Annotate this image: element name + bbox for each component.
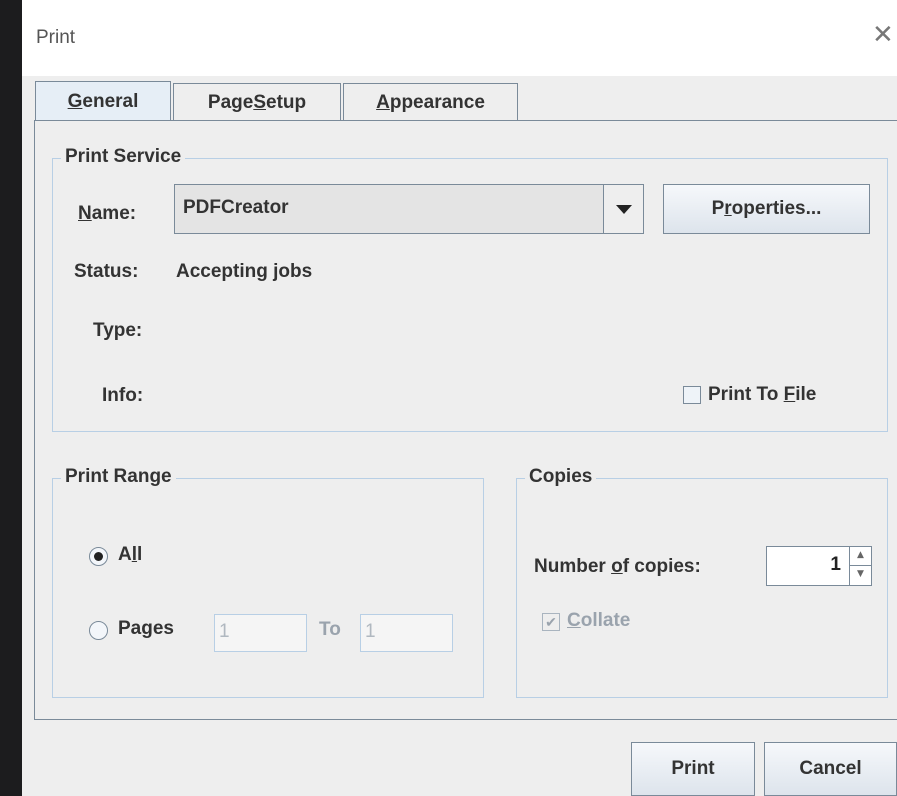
page-from-field[interactable]: 1 xyxy=(214,614,307,652)
print-range-legend: Print Range xyxy=(61,466,176,488)
spinner-buttons: ▲ ▼ xyxy=(849,547,871,585)
tab-panel-general: Print Service Name: PDFCreator Pr opertie… xyxy=(34,120,897,720)
tab-appearance[interactable]: Appearance xyxy=(343,83,518,121)
print-dialog: Print ✕ General Page Setup Appearance Pr… xyxy=(22,0,897,796)
printer-name-value: PDFCreator xyxy=(183,197,289,218)
number-of-copies-label: Number of copies: xyxy=(534,556,701,577)
print-service-legend: Print Service xyxy=(61,146,186,168)
copies-spinner[interactable]: 1 ▲ ▼ xyxy=(766,546,872,586)
tab-label-suffix: ppearance xyxy=(389,91,485,113)
copies-group: Copies Number of copies: 1 ▲ ▼ ✔ Collate xyxy=(516,466,888,698)
name-label: Name: xyxy=(78,203,137,224)
pages-label[interactable]: Pages xyxy=(118,618,174,640)
pages-radio[interactable] xyxy=(89,621,108,640)
tab-label-prefix: Page xyxy=(207,91,254,113)
close-icon[interactable]: ✕ xyxy=(872,20,897,50)
tab-label-suffix: etup xyxy=(266,91,307,113)
window-title: Print xyxy=(36,27,76,48)
print-to-file-checkbox[interactable] xyxy=(683,386,701,404)
print-button[interactable]: Print xyxy=(631,742,755,796)
copies-legend: Copies xyxy=(525,466,597,488)
all-label[interactable]: All xyxy=(118,544,142,566)
tab-label-mnemonic: G xyxy=(67,91,83,112)
cancel-button[interactable]: Cancel xyxy=(764,742,897,796)
btn-text-prefix: P xyxy=(711,198,725,219)
to-label: To xyxy=(319,619,341,640)
spinner-up-icon[interactable]: ▲ xyxy=(850,547,871,566)
chevron-down-icon[interactable] xyxy=(603,185,643,233)
title-bar: Print ✕ xyxy=(22,0,897,76)
page-to-field[interactable]: 1 xyxy=(360,614,453,652)
collate-label[interactable]: Collate xyxy=(567,610,630,632)
all-radio[interactable] xyxy=(89,547,108,566)
collate-checkbox[interactable]: ✔ xyxy=(542,613,560,631)
info-label: Info: xyxy=(102,385,144,406)
properties-button[interactable]: Pr operties... xyxy=(663,184,870,234)
tab-page-setup[interactable]: Page Setup xyxy=(173,83,341,121)
tab-label-mnemonic: S xyxy=(253,91,266,113)
tab-label-mnemonic: A xyxy=(376,91,390,113)
spinner-down-icon[interactable]: ▼ xyxy=(850,566,871,585)
btn-text-suffix: operties... xyxy=(731,198,822,219)
print-range-group: Print Range All Pages 1 To 1 xyxy=(52,466,484,698)
status-label: Status: xyxy=(74,261,139,282)
status-value: Accepting jobs xyxy=(176,261,313,282)
copies-value: 1 xyxy=(830,554,841,575)
type-label: Type: xyxy=(93,320,143,341)
printer-name-combobox[interactable]: PDFCreator xyxy=(174,184,644,234)
print-service-group: Print Service Name: PDFCreator Pr opertie… xyxy=(52,146,888,432)
tab-label-suffix: eneral xyxy=(82,91,139,112)
tab-general[interactable]: General xyxy=(35,81,171,122)
print-to-file-label[interactable]: Print To File xyxy=(708,384,816,406)
btn-text-mnemonic: r xyxy=(724,198,732,219)
